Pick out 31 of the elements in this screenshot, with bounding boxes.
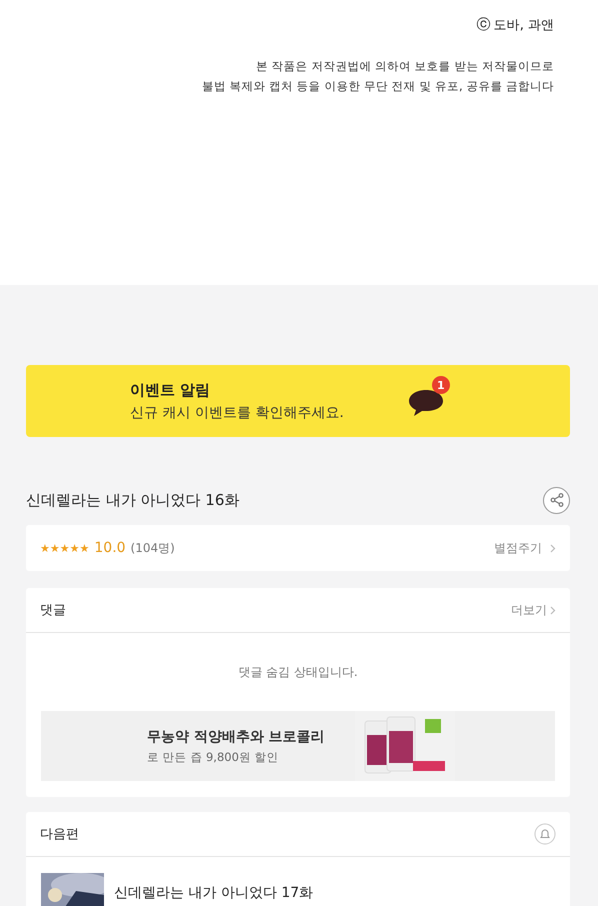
- ad-subtitle: 로 만든 즙 9,800원 할인: [147, 750, 280, 764]
- ad-banner[interactable]: 무농약 적양배추와 브로콜리 로 만든 즙 9,800원 할인: [41, 711, 555, 781]
- share-button[interactable]: [543, 486, 570, 514]
- comments-heading: 댓글: [40, 602, 66, 619]
- chevron-icon: [550, 544, 556, 552]
- star-icon: ★: [50, 542, 60, 554]
- star-icon: ★: [40, 542, 50, 554]
- more-link[interactable]: 더보기: [511, 602, 547, 618]
- star-icon: ★: [80, 542, 90, 554]
- event-banner[interactable]: 이벤트 알림 신규 캐시 이벤트를 확인해주세요. 1: [26, 365, 570, 437]
- bell-icon[interactable]: [534, 823, 556, 845]
- copyright-icon: ⓒ: [476, 16, 491, 34]
- event-message: 신규 캐시 이벤트를 확인해주세요.: [130, 404, 344, 422]
- star-icon: ★: [60, 542, 70, 554]
- rating-score: 10.0: [94, 540, 126, 556]
- star-icon: ★: [70, 542, 80, 554]
- speech-bubble-icon: [408, 388, 444, 418]
- episode-title: 신데렐라는 내가 아니었다 16화: [26, 490, 240, 510]
- event-title: 이벤트 알림: [130, 380, 212, 400]
- next-episode-heading: 다음편: [40, 826, 79, 843]
- next-episode-item[interactable]: 신데렐라는 내가 아니었다 17화: [26, 857, 570, 906]
- copyright-notice: 본 작품은 저작권법에 의하여 보호를 받는 저작물이므로: [256, 58, 554, 75]
- copyright-notice: 불법 복제와 캡처 등을 이용한 무단 전재 및 유포, 공유를 금합니다: [202, 78, 554, 95]
- notification-badge: 1: [432, 376, 450, 394]
- ad-title: 무농약 적양배추와 브로콜리: [147, 728, 326, 746]
- comments-status: 댓글 숨김 상태입니다.: [238, 664, 358, 680]
- rate-link[interactable]: 별점주기: [494, 540, 542, 556]
- chevron-icon: [550, 606, 556, 614]
- rating-count: (104명): [130, 540, 175, 556]
- share-icon: [550, 493, 564, 507]
- copyright-holders: 도바, 과앤: [494, 17, 554, 34]
